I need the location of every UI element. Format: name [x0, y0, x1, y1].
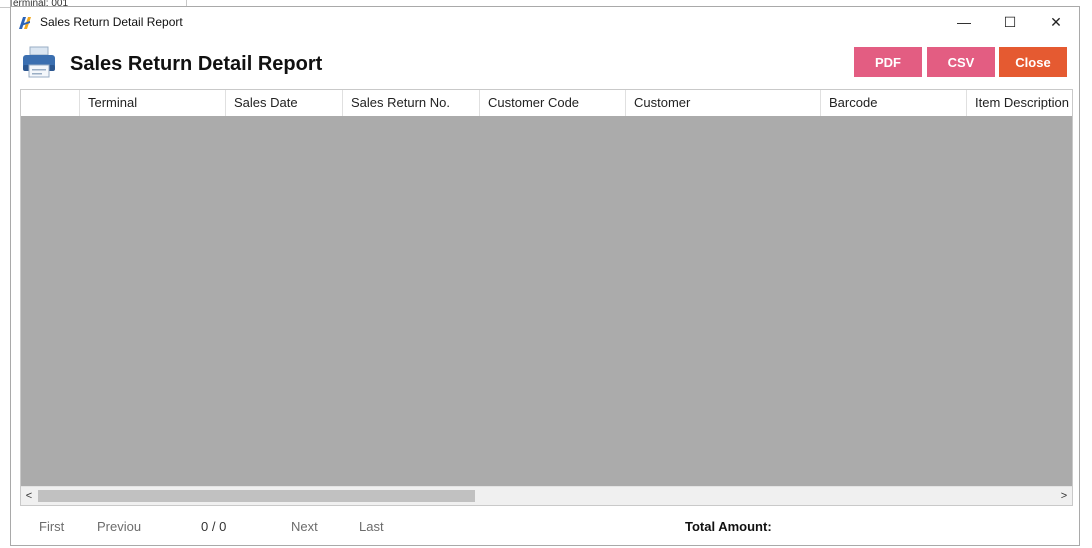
pdf-button[interactable]: PDF [854, 47, 922, 77]
report-grid[interactable]: Terminal Sales Date Sales Return No. Cus… [20, 89, 1073, 506]
first-page-button[interactable]: First [39, 519, 64, 534]
column-header-row-selector[interactable] [21, 90, 80, 116]
window-controls: — ☐ ✕ [941, 7, 1079, 37]
scroll-left-icon[interactable]: < [21, 487, 37, 505]
page-title: Sales Return Detail Report [70, 53, 323, 75]
scrollbar-thumb[interactable] [38, 490, 475, 502]
csv-button[interactable]: CSV [927, 47, 995, 77]
previous-page-button[interactable]: Previou [97, 519, 141, 534]
close-window-button[interactable]: ✕ [1033, 7, 1079, 37]
horizontal-scrollbar[interactable]: < > [21, 486, 1072, 505]
last-page-button[interactable]: Last [359, 519, 384, 534]
page-count: 0 / 0 [201, 519, 227, 534]
app-logo-icon [19, 16, 33, 29]
column-header-sales-date[interactable]: Sales Date [226, 90, 343, 116]
title-bar[interactable]: Sales Return Detail Report — ☐ ✕ [11, 7, 1079, 37]
scroll-right-icon[interactable]: > [1056, 487, 1072, 505]
column-header-item-description[interactable]: Item Description [967, 90, 1072, 116]
next-page-button[interactable]: Next [291, 519, 318, 534]
printer-icon [21, 45, 57, 79]
grid-body[interactable] [21, 116, 1072, 487]
pagination-footer: First Previou 0 / 0 Next Last Total Amou… [11, 513, 1079, 539]
report-window: Sales Return Detail Report — ☐ ✕ Sales R… [10, 6, 1080, 546]
close-button[interactable]: Close [999, 47, 1067, 77]
column-header-customer[interactable]: Customer [626, 90, 821, 116]
minimize-button[interactable]: — [941, 7, 987, 37]
column-header-sales-return-no[interactable]: Sales Return No. [343, 90, 480, 116]
maximize-button[interactable]: ☐ [987, 7, 1033, 37]
column-header-customer-code[interactable]: Customer Code [480, 90, 626, 116]
grid-header: Terminal Sales Date Sales Return No. Cus… [21, 90, 1072, 117]
column-header-barcode[interactable]: Barcode [821, 90, 967, 116]
total-amount-label: Total Amount: [685, 519, 772, 534]
column-header-terminal[interactable]: Terminal [80, 90, 226, 116]
window-title: Sales Return Detail Report [40, 15, 183, 29]
